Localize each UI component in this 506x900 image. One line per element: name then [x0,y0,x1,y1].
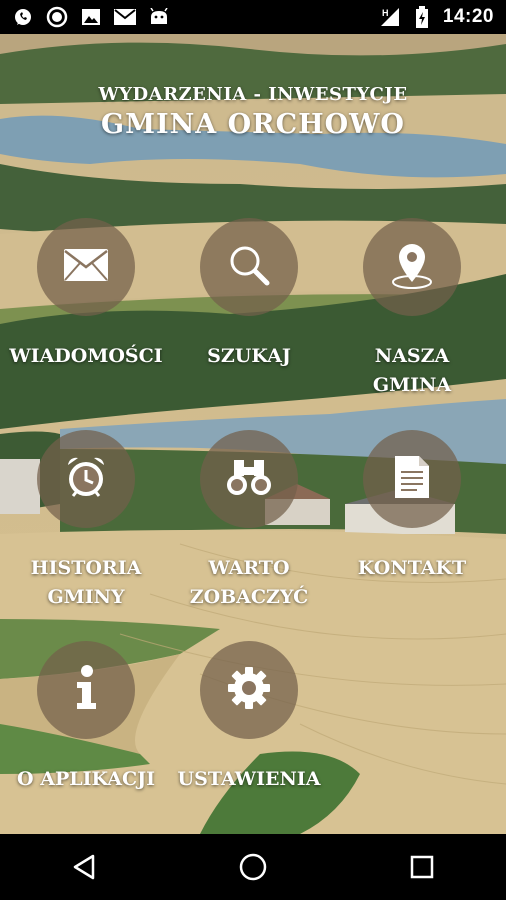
system-nav-bar [0,834,506,900]
map-pin-icon [389,240,435,294]
battery-charging-icon [411,6,433,28]
app-header: WYDARZENIA - INWESTYCJE GMINA ORCHOWO [0,84,506,140]
our-commune-label: NASZA GMINA [372,345,452,396]
system-status: H 14:20 [379,6,494,28]
menu-item-search[interactable]: SZUKAJ [165,218,333,371]
app-title: GMINA ORCHOWO [101,109,405,140]
worth-seeing-circle[interactable] [200,430,298,528]
recents-icon [410,855,433,879]
search-circle[interactable] [200,218,298,316]
contact-circle[interactable] [363,430,461,528]
menu-item-worth-seeing[interactable]: WARTO ZOBACZYĆ [165,430,333,612]
about-label: O APLIKACJI [17,768,155,790]
search-label: SZUKAJ [207,345,291,367]
about-circle[interactable] [37,641,135,739]
messages-circle[interactable] [37,218,135,316]
gear-icon [226,665,272,715]
menu-item-our-commune[interactable]: NASZA GMINA [328,218,496,400]
back-button[interactable] [54,837,114,897]
info-icon [73,665,99,715]
status-bar: H 14:20 [0,0,506,34]
back-icon [74,854,95,880]
menu-item-contact[interactable]: KONTAKT [328,430,496,583]
whatsapp-icon [12,6,34,28]
image-icon [80,6,102,28]
clock: 14:20 [442,6,494,27]
our-commune-circle[interactable] [363,218,461,316]
search-icon [225,241,273,293]
worth-seeing-label: WARTO ZOBACZYĆ [189,557,309,608]
settings-circle[interactable] [200,641,298,739]
chat-bubble-icon [46,6,68,28]
app-subtitle: WYDARZENIA - INWESTYCJE [98,84,408,105]
home-button[interactable] [223,837,283,897]
binoculars-icon [225,457,273,501]
menu-item-settings[interactable]: USTAWIENIA [165,641,333,794]
document-icon [393,454,431,504]
notification-icons [12,6,170,28]
contact-label: KONTAKT [357,557,467,579]
email-icon [114,6,136,28]
home-icon [239,853,267,881]
history-circle[interactable] [37,430,135,528]
messages-label: WIADOMOŚCI [9,345,163,367]
svg-text:H: H [382,8,389,18]
menu-item-messages[interactable]: WIADOMOŚCI [2,218,170,371]
history-label: HISTORIA GMINY [30,557,142,608]
envelope-icon [63,248,109,286]
alarm-clock-icon [63,454,109,504]
recents-button[interactable] [392,837,452,897]
settings-label: USTAWIENIA [177,768,321,790]
android-icon [148,6,170,28]
menu-item-about[interactable]: O APLIKACJI [2,641,170,794]
menu-item-history[interactable]: HISTORIA GMINY [2,430,170,612]
signal-h-icon: H [379,6,401,28]
